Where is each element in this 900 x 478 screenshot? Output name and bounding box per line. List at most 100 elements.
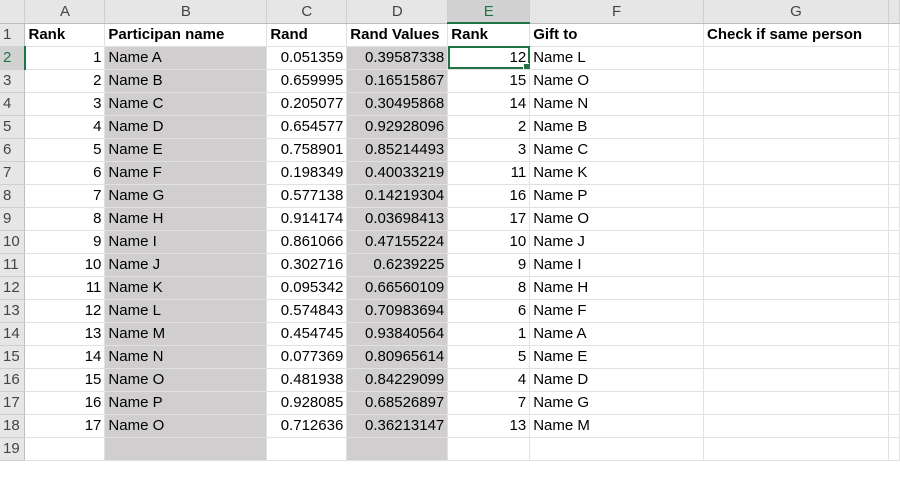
header-cell-rand[interactable]: Rand [266,23,348,47]
cell-rank[interactable]: 3 [24,92,106,116]
cell-gift-to[interactable]: Name L [529,46,704,70]
cell-rand-value[interactable]: 0.6239225 [346,253,449,277]
cell-rank[interactable]: 15 [24,368,106,392]
cell-rand-value[interactable]: 0.84229099 [346,368,449,392]
cell-rank[interactable]: 14 [24,345,106,369]
cell-rand[interactable]: 0.302716 [266,253,348,277]
cell-gift-to[interactable]: Name N [529,92,704,116]
empty-cell[interactable] [888,161,900,185]
cell-rank-lookup[interactable]: 2 [447,115,531,139]
cell-check[interactable] [703,207,889,231]
cell-rand-value[interactable]: 0.70983694 [346,299,449,323]
cell-check[interactable] [703,276,889,300]
cell-check[interactable] [703,115,889,139]
cell-rand[interactable]: 0.198349 [266,161,348,185]
cell-participant-name[interactable]: Name I [104,230,268,254]
cell-gift-to[interactable]: Name E [529,345,704,369]
row-header[interactable]: 17 [0,391,26,415]
header-cell-rand-values[interactable]: Rand Values [346,23,449,47]
cell-rank[interactable]: 4 [24,115,106,139]
cell-gift-to[interactable]: Name J [529,230,704,254]
cell-rank-lookup[interactable]: 5 [447,345,531,369]
cell-gift-to[interactable]: Name M [529,414,704,438]
cell-check[interactable] [703,345,889,369]
cell-participant-name[interactable]: Name C [104,92,268,116]
cell-gift-to[interactable]: Name D [529,368,704,392]
cell-rank-lookup[interactable]: 16 [447,184,531,208]
header-cell-check[interactable]: Check if same person [703,23,889,47]
cell-rand[interactable]: 0.454745 [266,322,348,346]
cell-rank-lookup[interactable]: 13 [447,414,531,438]
cell-rand[interactable]: 0.928085 [266,391,348,415]
cell-rand[interactable]: 0.577138 [266,184,348,208]
empty-cell[interactable] [888,23,900,47]
empty-cell[interactable] [104,437,268,461]
cell-gift-to[interactable]: Name A [529,322,704,346]
row-header[interactable]: 2 [0,46,26,70]
cell-check[interactable] [703,253,889,277]
cell-rank[interactable]: 13 [24,322,106,346]
empty-cell[interactable] [529,437,704,461]
cell-participant-name[interactable]: Name B [104,69,268,93]
cell-rand[interactable]: 0.205077 [266,92,348,116]
cell-rank-lookup[interactable]: 4 [447,368,531,392]
cell-rand-value[interactable]: 0.80965614 [346,345,449,369]
cell-rand-value[interactable]: 0.30495868 [346,92,449,116]
empty-cell[interactable] [888,276,900,300]
row-header[interactable]: 15 [0,345,26,369]
cell-rand[interactable]: 0.574843 [266,299,348,323]
column-header-c[interactable]: C [266,0,348,24]
cell-gift-to[interactable]: Name C [529,138,704,162]
cell-rank[interactable]: 9 [24,230,106,254]
header-cell-participant[interactable]: Participan name [104,23,268,47]
cell-rank-lookup[interactable]: 1 [447,322,531,346]
cell-check[interactable] [703,391,889,415]
cell-rand-value[interactable]: 0.68526897 [346,391,449,415]
cell-rand-value[interactable]: 0.66560109 [346,276,449,300]
header-cell-gift-to[interactable]: Gift to [529,23,704,47]
cell-rank-lookup[interactable]: 12 [447,46,531,70]
row-header[interactable]: 4 [0,92,26,116]
cell-participant-name[interactable]: Name L [104,299,268,323]
cell-rank[interactable]: 5 [24,138,106,162]
cell-rank[interactable]: 2 [24,69,106,93]
empty-cell[interactable] [888,368,900,392]
row-header[interactable]: 3 [0,69,26,93]
cell-rank-lookup[interactable]: 3 [447,138,531,162]
header-cell-rank-2[interactable]: Rank [447,23,531,47]
cell-rank-lookup[interactable]: 7 [447,391,531,415]
cell-check[interactable] [703,161,889,185]
cell-rand[interactable]: 0.095342 [266,276,348,300]
row-header[interactable]: 11 [0,253,26,277]
cell-check[interactable] [703,69,889,93]
cell-rank-lookup[interactable]: 11 [447,161,531,185]
cell-rand[interactable]: 0.481938 [266,368,348,392]
empty-cell[interactable] [888,184,900,208]
row-header[interactable]: 14 [0,322,26,346]
cell-rank[interactable]: 8 [24,207,106,231]
cell-gift-to[interactable]: Name B [529,115,704,139]
cell-participant-name[interactable]: Name J [104,253,268,277]
cell-check[interactable] [703,138,889,162]
row-header[interactable]: 6 [0,138,26,162]
cell-rank-lookup[interactable]: 15 [447,69,531,93]
row-header[interactable]: 7 [0,161,26,185]
row-header[interactable]: 1 [0,23,26,47]
empty-cell[interactable] [888,46,900,70]
empty-cell[interactable] [888,115,900,139]
select-all-corner[interactable] [0,0,26,24]
cell-rand[interactable]: 0.712636 [266,414,348,438]
cell-participant-name[interactable]: Name D [104,115,268,139]
cell-participant-name[interactable]: Name F [104,161,268,185]
empty-cell[interactable] [888,414,900,438]
row-header[interactable]: 19 [0,437,26,461]
cell-rank-lookup[interactable]: 17 [447,207,531,231]
cell-participant-name[interactable]: Name G [104,184,268,208]
cell-rank[interactable]: 7 [24,184,106,208]
header-cell-rank[interactable]: Rank [24,23,106,47]
column-header-a[interactable]: A [24,0,106,24]
cell-participant-name[interactable]: Name P [104,391,268,415]
cell-rand-value[interactable]: 0.03698413 [346,207,449,231]
cell-rank[interactable]: 6 [24,161,106,185]
cell-check[interactable] [703,368,889,392]
